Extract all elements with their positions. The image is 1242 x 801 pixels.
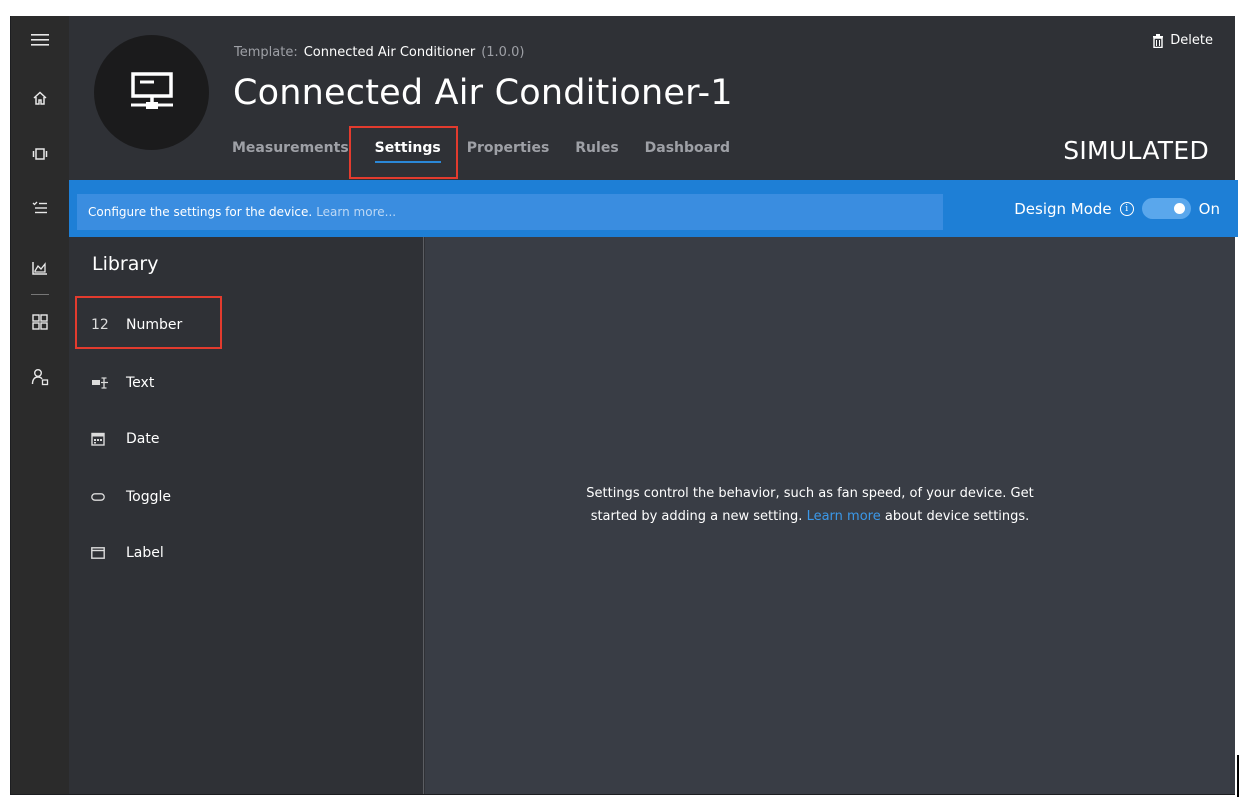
learn-more-settings-link[interactable]: Learn more (807, 509, 881, 524)
delete-button[interactable]: Delete (1152, 33, 1213, 48)
settings-info-bar: Configure the settings for the device. L… (69, 180, 1238, 237)
tab-rules[interactable]: Rules (575, 140, 618, 156)
calendar-icon (91, 432, 115, 446)
left-nav-rail (11, 16, 69, 794)
menu-icon[interactable] (11, 20, 69, 60)
library-item-label: Date (126, 431, 160, 447)
device-header: Template: Connected Air Conditioner (1.0.0… (69, 16, 1235, 180)
devices-icon[interactable] (11, 134, 69, 174)
library-item-label: Label (126, 545, 164, 561)
toggle-knob (1173, 203, 1185, 214)
template-label: Template: (234, 45, 298, 60)
tab-measurements[interactable]: Measurements (232, 140, 349, 156)
library-item-toggle[interactable]: Toggle (91, 484, 171, 510)
template-version: (1.0.0) (481, 45, 525, 60)
number-item-highlight (75, 296, 222, 349)
device-icon (130, 71, 173, 109)
device-avatar (94, 35, 209, 150)
library-title: Library (92, 253, 159, 275)
admin-icon[interactable] (11, 357, 69, 397)
text-icon (91, 377, 115, 389)
library-panel: Library 12 Number Text Date Toggle Label (69, 237, 424, 794)
toggle-state-label: On (1198, 199, 1220, 218)
delete-label: Delete (1170, 33, 1213, 48)
library-item-label-widget[interactable]: Label (91, 540, 164, 566)
info-icon[interactable]: i (1119, 201, 1134, 216)
empty-state-message: Settings control the behavior, such as f… (585, 482, 1035, 528)
simulated-badge: SIMULATED (1063, 136, 1209, 165)
tab-dashboard[interactable]: Dashboard (645, 140, 730, 156)
learn-more-link[interactable]: Learn more... (316, 205, 396, 219)
library-item-text[interactable]: Text (91, 370, 154, 396)
design-mode-control: Design Mode i On (1014, 198, 1220, 219)
settings-canvas: Settings control the behavior, such as f… (425, 237, 1235, 794)
home-icon[interactable] (11, 78, 69, 118)
label-icon (91, 547, 115, 559)
toggle-icon (91, 493, 115, 501)
library-item-label: Text (126, 375, 155, 391)
template-name[interactable]: Connected Air Conditioner (304, 45, 476, 60)
window-edge (1237, 755, 1239, 797)
dashboard-icon[interactable] (11, 302, 69, 342)
device-title: Connected Air Conditioner-1 (233, 73, 733, 113)
rules-icon[interactable] (11, 188, 69, 228)
library-item-date[interactable]: Date (91, 426, 159, 452)
tab-properties[interactable]: Properties (467, 140, 550, 156)
info-message: Configure the settings for the device. (88, 205, 313, 219)
device-tabs: Measurements Settings Properties Rules D… (232, 140, 756, 163)
template-info: Template: Connected Air Conditioner (1.0.0… (234, 45, 524, 60)
app-window: Template: Connected Air Conditioner (1.0.0… (10, 16, 1238, 795)
analytics-icon[interactable] (11, 248, 69, 288)
design-mode-toggle[interactable] (1141, 198, 1191, 219)
rail-divider (31, 294, 49, 295)
settings-tab-highlight (349, 126, 458, 179)
empty-text-suffix: about device settings. (884, 509, 1030, 524)
info-message-box: Configure the settings for the device. L… (77, 194, 943, 230)
design-mode-label: Design Mode (1014, 199, 1112, 218)
trash-icon (1153, 33, 1164, 48)
library-item-label: Toggle (126, 489, 172, 505)
